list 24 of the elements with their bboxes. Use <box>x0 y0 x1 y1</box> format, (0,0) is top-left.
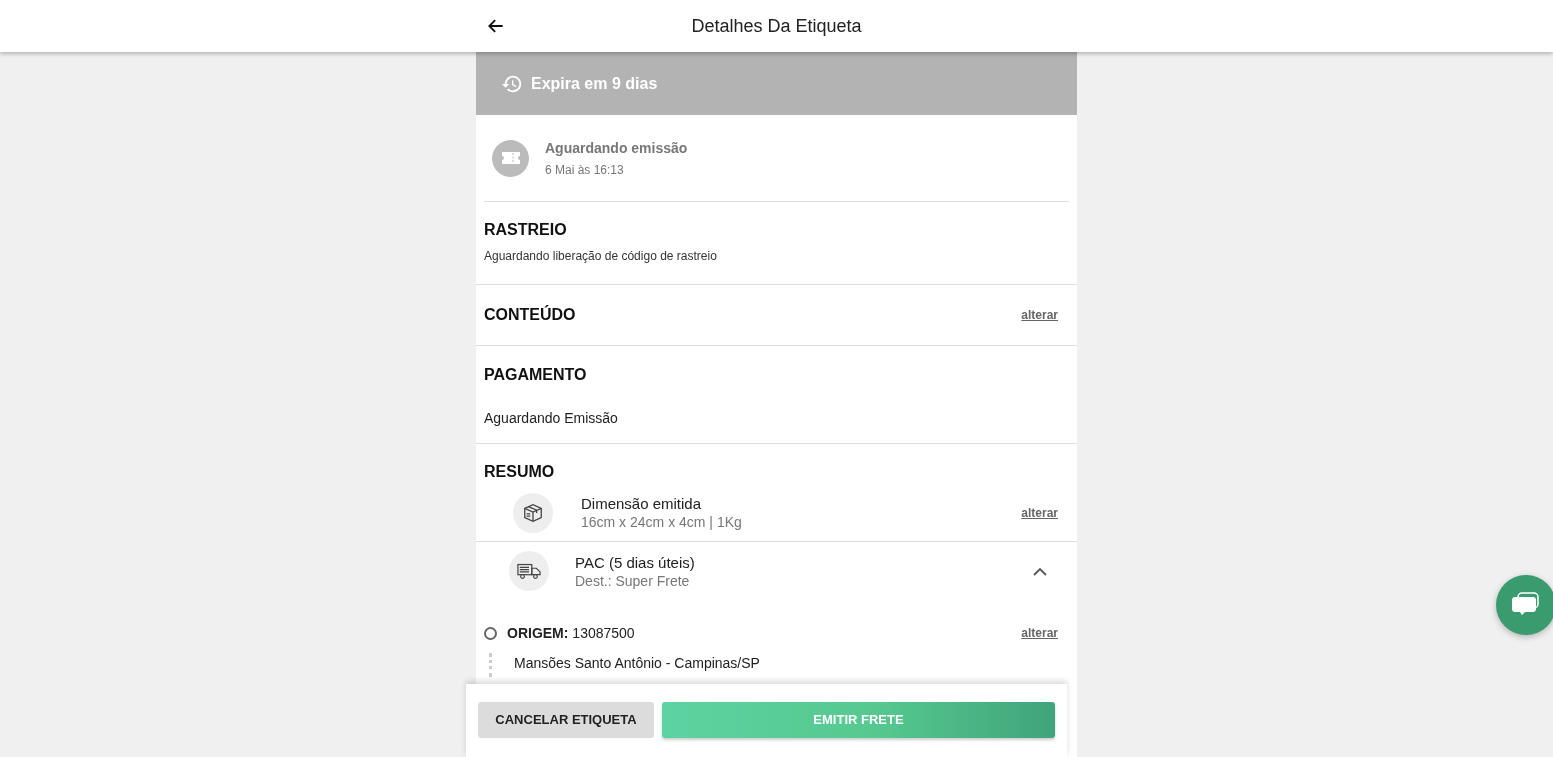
chat-button[interactable] <box>1496 575 1553 635</box>
ticket-icon <box>492 139 529 177</box>
item-detail: Dest.: Super Frete <box>575 571 691 590</box>
change-link[interactable]: alterar <box>1021 624 1058 642</box>
page-title: Detalhes Da Etiqueta <box>691 15 862 36</box>
package-icon <box>513 492 553 533</box>
section-text: Aguardando liberação de código de rastreio <box>484 247 718 265</box>
section-text: Aguardando Emissão <box>484 409 619 428</box>
item-title: PAC (5 dias úteis) <box>575 552 696 572</box>
status-title: Aguardando emissão <box>545 138 688 158</box>
section-title: RESUMO <box>484 462 556 482</box>
section-title: PAGAMENTO <box>484 365 588 385</box>
truck-icon <box>509 551 549 591</box>
section-title: RASTREIO <box>484 219 568 240</box>
origin-text: ORIGEM: 13087500 <box>507 623 636 643</box>
origin-address: Mansões Santo Antônio - Campinas/SP <box>514 654 760 673</box>
cancel-button[interactable]: CANCELAR ETIQUETA <box>478 701 654 738</box>
section-title: CONTEÚDO <box>484 304 576 325</box>
change-link[interactable]: alterar <box>1021 503 1058 522</box>
status-date: 6 Mai às 16:13 <box>545 161 625 179</box>
change-link[interactable]: alterar <box>1021 306 1058 324</box>
item-detail: 16cm x 24cm x 4cm | 1Kg <box>581 513 743 531</box>
expiry-text: Expira em 9 dias <box>531 73 658 94</box>
item-title: Dimensão emitida <box>581 494 703 513</box>
